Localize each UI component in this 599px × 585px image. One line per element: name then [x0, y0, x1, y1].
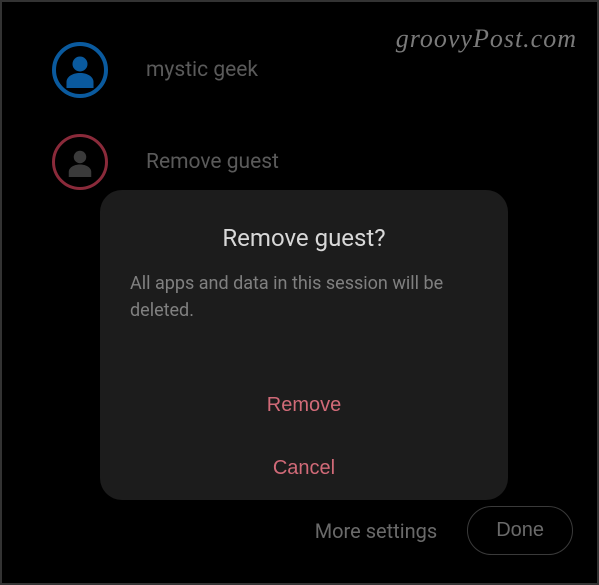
remove-button[interactable]: Remove [130, 374, 478, 437]
person-icon [62, 52, 98, 88]
user-row[interactable]: Remove guest [52, 134, 597, 190]
cancel-button[interactable]: Cancel [130, 437, 478, 500]
confirm-dialog: Remove guest? All apps and data in this … [100, 190, 508, 500]
bottom-bar: More settings Done [315, 506, 573, 555]
dialog-message: All apps and data in this session will b… [130, 270, 478, 324]
done-button[interactable]: Done [467, 506, 573, 555]
dialog-title: Remove guest? [130, 224, 478, 252]
user-label: mystic geek [146, 58, 258, 82]
avatar [52, 42, 108, 98]
avatar [52, 134, 108, 190]
more-settings-button[interactable]: More settings [315, 519, 438, 543]
remove-guest-label: Remove guest [146, 150, 279, 174]
watermark-text: groovyPost.com [396, 24, 577, 54]
person-icon [65, 147, 95, 177]
